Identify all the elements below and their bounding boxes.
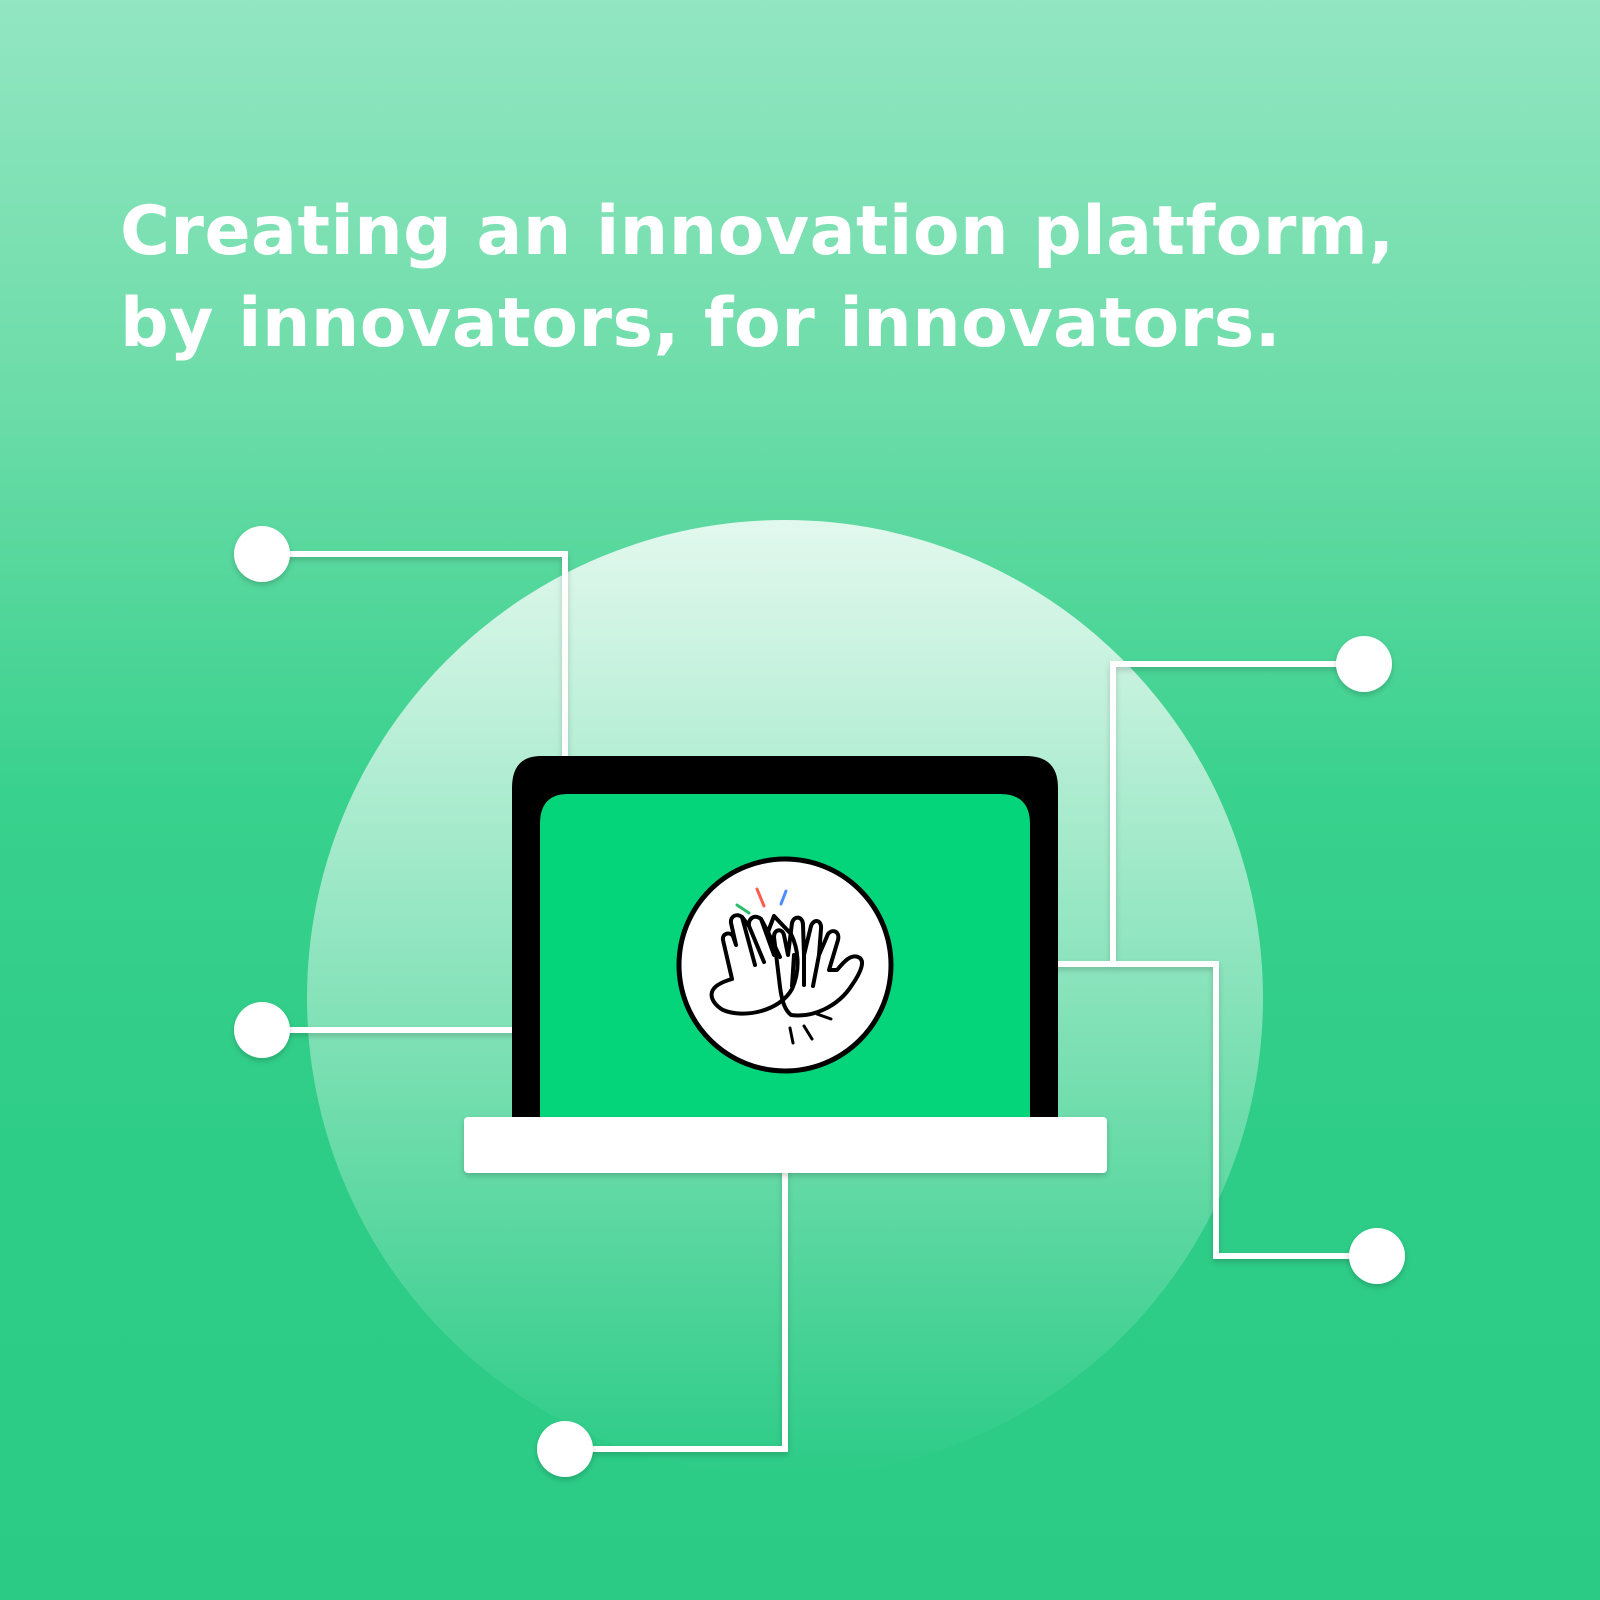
network-illustration [234, 520, 1405, 1477]
node-bottom [537, 1421, 593, 1477]
node-right-top [1336, 636, 1392, 692]
node-left [234, 1002, 290, 1058]
node-right-bottom [1349, 1228, 1405, 1284]
node-top-left [234, 526, 290, 582]
high-five-icon [676, 856, 894, 1074]
laptop-base [464, 1117, 1107, 1173]
